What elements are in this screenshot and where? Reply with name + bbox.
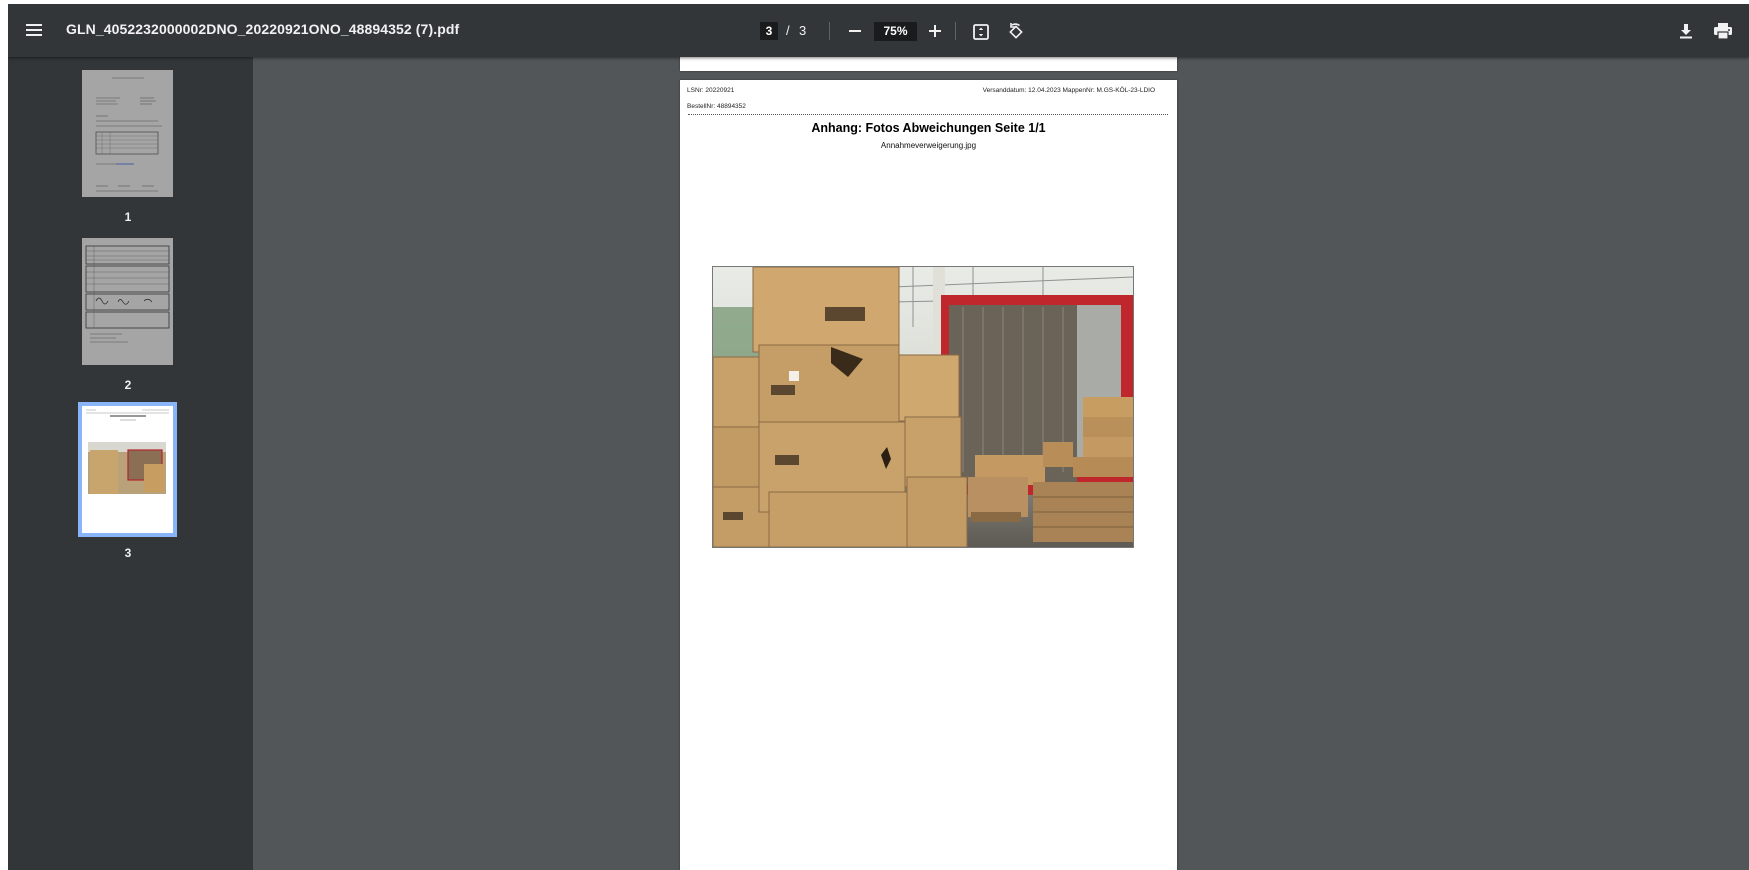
thumbnail-number: 2 [124, 378, 132, 392]
document-viewport: LSNr: 20220921 Versanddatum: 12.04.2023 … [253, 47, 1749, 870]
zoom-in-icon[interactable] [926, 22, 944, 40]
thumbnail-page-2[interactable] [82, 238, 173, 365]
thumbnail-sidebar: 1 2 3 [8, 57, 253, 870]
thumbnail-number: 1 [124, 210, 132, 224]
download-icon[interactable] [1677, 22, 1695, 40]
menu-icon[interactable] [24, 20, 46, 42]
toolbar-divider [829, 22, 830, 40]
print-icon[interactable] [1713, 22, 1733, 40]
pdf-page-3: LSNr: 20220921 Versanddatum: 12.04.2023 … [680, 80, 1177, 870]
document-title: GLN_4052232000002DNO_20220921ONO_4889435… [66, 21, 460, 37]
pdf-viewer: GLN_4052232000002DNO_20220921ONO_4889435… [8, 4, 1749, 870]
page-heading: Anhang: Fotos Abweichungen Seite 1/1 [811, 121, 1046, 135]
ls-number: LSNr: 20220921 [687, 87, 735, 94]
zoom-input[interactable]: 75% [874, 22, 917, 41]
page-separator: / [786, 23, 790, 38]
fit-to-page-icon[interactable] [972, 23, 990, 41]
rotate-icon[interactable] [1006, 22, 1026, 42]
toolbar-divider [955, 22, 956, 40]
shipping-info: Versanddatum: 12.04.2023 MappenNr: M.GS-… [982, 87, 1155, 94]
zoom-out-icon[interactable] [846, 22, 864, 40]
order-number: BestellNr: 48894352 [687, 103, 746, 110]
page-number-input[interactable]: 3 [760, 22, 778, 40]
toolbar: GLN_4052232000002DNO_20220921ONO_4889435… [8, 4, 1749, 57]
image-filename: Annahmeverweigerung.jpg [880, 141, 977, 150]
thumbnail-number: 3 [124, 546, 132, 560]
page-total: 3 [799, 23, 807, 38]
warehouse-photo [712, 266, 1134, 548]
thumbnail-page-1[interactable] [82, 70, 173, 197]
thumbnail-page-3[interactable] [78, 402, 177, 537]
header-divider [688, 114, 1168, 115]
